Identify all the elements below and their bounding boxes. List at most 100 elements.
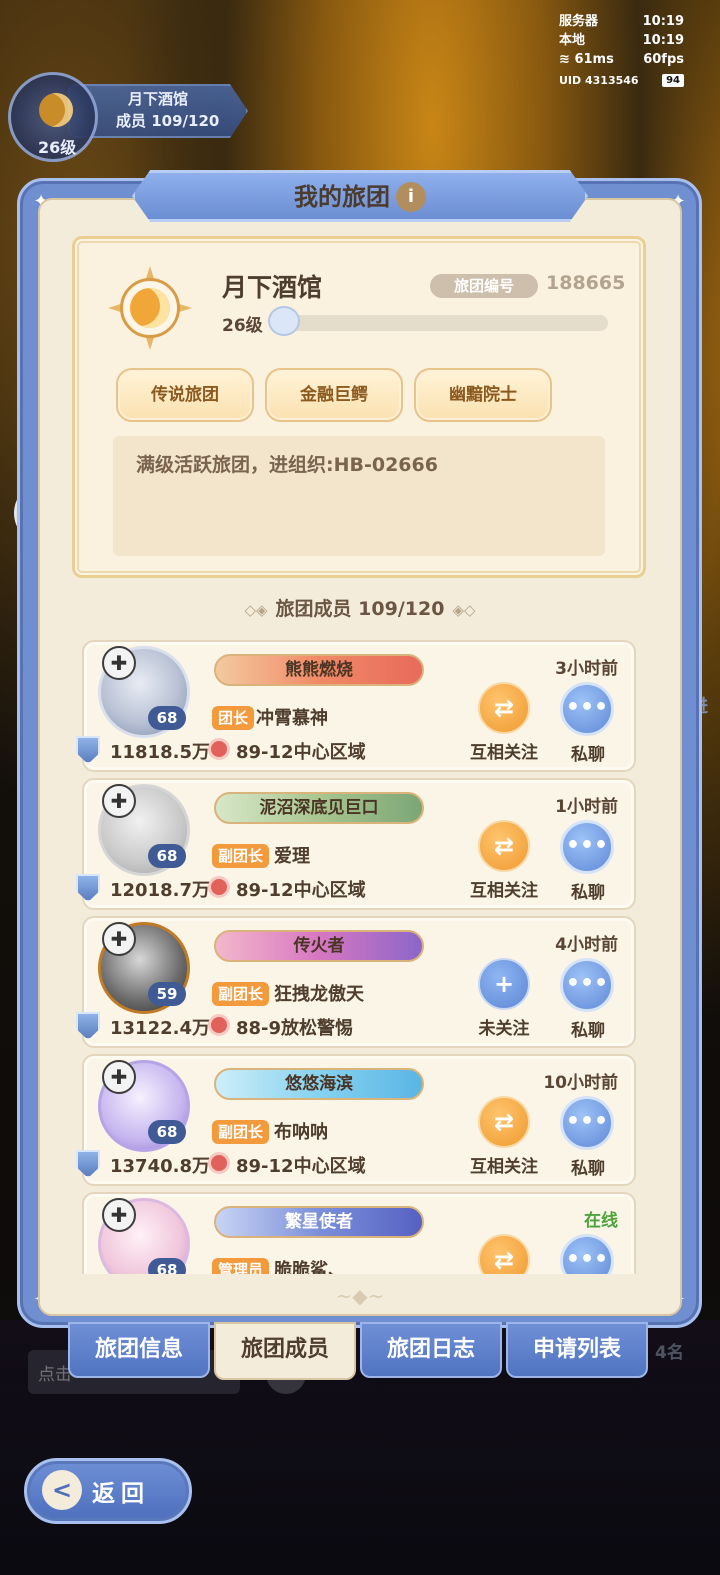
guild-tag: 传说旅团	[116, 368, 254, 422]
member-title-badge: 悠悠海滨	[214, 1068, 424, 1100]
member-role-badge: 副团长	[212, 982, 270, 1006]
class-badge-icon: ✚	[102, 1198, 136, 1232]
guild-header[interactable]: 月下酒馆 成员 109/120 26级	[8, 72, 253, 162]
member-card[interactable]: ✚ 68 泥沼深底见巨口 副团长 爱理 12018.7万 89-12中心区域 1…	[76, 778, 636, 910]
private-chat-label: 私聊	[571, 1021, 605, 1041]
moon-icon	[39, 93, 73, 127]
bottom-tab-bar: 旅团信息 旅团成员 旅团日志 申请列表	[68, 1322, 652, 1380]
shield-icon	[76, 874, 100, 902]
wifi-icon: ≋	[559, 52, 570, 67]
tab-application-list[interactable]: 申请列表	[506, 1322, 648, 1378]
private-chat-button[interactable]: •••	[560, 682, 614, 736]
follow-status-label: 未关注	[478, 1019, 530, 1039]
right-hint: 4名	[655, 1343, 684, 1363]
location-pin-icon	[208, 1152, 230, 1174]
guild-tag: 幽黯院士	[414, 368, 552, 422]
follow-button[interactable]: ⇄	[478, 1096, 530, 1148]
member-name: 布呐呐	[274, 1122, 328, 1143]
shield-icon	[76, 1012, 100, 1040]
member-power: 12018.7万	[110, 880, 210, 901]
battery-icon: 94	[662, 74, 684, 87]
follow-button[interactable]: ⇄	[478, 1234, 530, 1274]
member-list[interactable]: ✚ 68 熊熊燃烧 团长 冲霄慕神 11818.5万 89-12中心区域 3小时…	[60, 636, 660, 1274]
class-badge-icon: ✚	[102, 1060, 136, 1094]
chat-input-hint: 点击	[38, 1365, 72, 1385]
guild-emblem	[104, 262, 196, 354]
member-card[interactable]: ✚ 68 悠悠海滨 副团长 布呐呐 13740.8万 89-12中心区域 10小…	[76, 1054, 636, 1186]
divider-ornament-icon: ◇◈	[244, 601, 268, 619]
panel-bottom-ornament-icon: ~◆~	[335, 1284, 385, 1308]
member-location: 89-12中心区域	[236, 880, 366, 901]
location-pin-icon	[208, 876, 230, 898]
member-role-badge: 管理员	[212, 1258, 270, 1274]
private-chat-button[interactable]: •••	[560, 1234, 614, 1274]
guild-id-value: 188665	[546, 272, 626, 294]
follow-button[interactable]: +	[478, 958, 530, 1010]
follow-status-label: 互相关注	[470, 881, 538, 901]
fps-value: 60fps	[643, 52, 684, 67]
private-chat-label: 私聊	[571, 745, 605, 765]
member-location: 88-9放松警惕	[236, 1018, 354, 1039]
member-last-online: 10小时前	[543, 1073, 618, 1093]
guild-tag: 金融巨鳄	[265, 368, 403, 422]
member-title-badge: 传火者	[214, 930, 424, 962]
members-section-title: ◇◈ 旅团成员 109/120 ◈◇	[0, 594, 720, 621]
member-title-badge: 泥沼深底见巨口	[214, 792, 424, 824]
tab-guild-members[interactable]: 旅团成员	[214, 1322, 356, 1380]
shield-icon	[76, 1150, 100, 1178]
member-title-badge: 熊熊燃烧	[214, 654, 424, 686]
member-last-online: 4小时前	[555, 935, 618, 955]
shield-icon	[76, 736, 100, 764]
follow-status-label: 互相关注	[470, 1157, 538, 1177]
follow-button[interactable]: ⇄	[478, 682, 530, 734]
member-level: 68	[148, 706, 186, 730]
member-level: 59	[148, 982, 186, 1006]
member-role-badge: 副团长	[212, 1120, 270, 1144]
member-power: 13122.4万	[110, 1018, 210, 1039]
back-arrow-icon[interactable]: <	[42, 1470, 82, 1510]
local-label: 本地	[559, 33, 586, 48]
info-icon[interactable]: i	[396, 182, 426, 212]
tab-guild-log[interactable]: 旅团日志	[360, 1322, 502, 1378]
members-section-title-text: 旅团成员 109/120	[275, 598, 445, 620]
class-badge-icon: ✚	[102, 646, 136, 680]
guild-name: 月下酒馆	[222, 273, 323, 302]
member-card[interactable]: ✚ 68 繁星使者 管理员 脆脆鲨、 在线 ⇄ •••	[82, 1192, 636, 1274]
tab-guild-info[interactable]: 旅团信息	[68, 1322, 210, 1378]
panel-title-text: 我的旅团	[294, 183, 390, 211]
moon-icon	[130, 288, 170, 328]
private-chat-button[interactable]: •••	[560, 958, 614, 1012]
member-online-status: 在线	[584, 1211, 618, 1231]
member-card[interactable]: ✚ 59 传火者 副团长 狂拽龙傲天 13122.4万 88-9放松警惕 4小时…	[76, 916, 636, 1048]
member-card[interactable]: ✚ 68 熊熊燃烧 团长 冲霄慕神 11818.5万 89-12中心区域 3小时…	[76, 640, 636, 772]
panel-title: 我的旅团 i	[0, 176, 720, 216]
location-pin-icon	[208, 738, 230, 760]
member-level: 68	[148, 844, 186, 868]
member-name: 脆脆鲨、	[274, 1260, 346, 1274]
member-location: 89-12中心区域	[236, 1156, 366, 1177]
server-time: 10:19	[642, 14, 684, 29]
member-last-online: 3小时前	[555, 659, 618, 679]
guild-header-members: 成员 109/120	[116, 112, 220, 130]
member-last-online: 1小时前	[555, 797, 618, 817]
ping-value: 61ms	[574, 52, 614, 67]
member-name: 冲霄慕神	[256, 708, 328, 729]
member-power: 13740.8万	[110, 1156, 210, 1177]
private-chat-button[interactable]: •••	[560, 820, 614, 874]
member-name: 狂拽龙傲天	[274, 984, 364, 1005]
guild-level-bar	[280, 315, 608, 331]
private-chat-button[interactable]: •••	[560, 1096, 614, 1150]
follow-status-label: 互相关注	[470, 743, 538, 763]
class-badge-icon: ✚	[102, 922, 136, 956]
class-badge-icon: ✚	[102, 784, 136, 818]
guild-header-name: 月下酒馆	[128, 90, 189, 108]
guild-id-label: 旅团编号	[430, 274, 538, 298]
back-button-label[interactable]: 返回	[92, 1474, 150, 1508]
member-location: 89-12中心区域	[236, 742, 366, 763]
guild-header-level: 26级	[38, 138, 77, 157]
member-level: 68	[148, 1258, 186, 1274]
local-time: 10:19	[642, 33, 684, 48]
follow-button[interactable]: ⇄	[478, 820, 530, 872]
crown-icon	[268, 306, 300, 336]
server-label: 服务器	[559, 14, 599, 29]
